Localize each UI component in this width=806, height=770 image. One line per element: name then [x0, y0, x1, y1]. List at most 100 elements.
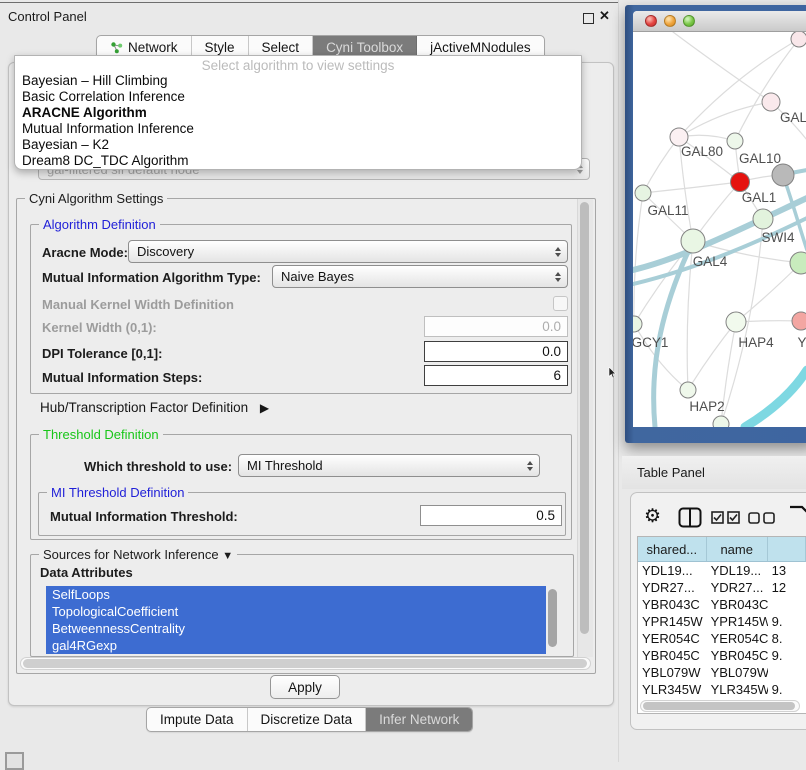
table-row[interactable]: YDR27...YDR27...12	[638, 579, 806, 596]
table-row[interactable]: YDL19...YDL19...13	[638, 562, 806, 579]
tab-impute-data[interactable]: Impute Data	[147, 708, 248, 731]
mi-threshold-input[interactable]: 0.5	[420, 505, 562, 526]
network-edge[interactable]	[745, 370, 806, 427]
network-node[interactable]	[762, 93, 780, 111]
select-all-checkboxes-icon[interactable]	[711, 511, 741, 524]
mi-type-combobox[interactable]: Naive Bayes	[272, 265, 568, 288]
algorithm-option[interactable]: Bayesian – K2	[15, 137, 581, 153]
network-node[interactable]	[681, 229, 705, 253]
close-traffic-light-icon[interactable]	[645, 15, 657, 27]
algorithm-option[interactable]: ARACNE Algorithm	[15, 105, 581, 121]
settings-scrollbar-thumb[interactable]	[580, 202, 589, 634]
mi-threshold-label: Mutual Information Threshold:	[50, 509, 238, 524]
algorithm-option[interactable]: Bayesian – Hill Climbing	[15, 73, 581, 89]
network-window-titlebar[interactable]	[633, 11, 806, 32]
table-cell: 9.	[768, 647, 806, 664]
aracne-mode-combobox[interactable]: Discovery	[128, 240, 568, 263]
kernel-width-input[interactable]: 0.0	[424, 316, 568, 337]
network-edge[interactable]	[688, 322, 736, 390]
network-node[interactable]	[680, 382, 696, 398]
attributes-scrollbar-thumb[interactable]	[548, 589, 557, 647]
table-cell: YDR27...	[638, 579, 707, 596]
minimize-traffic-light-icon[interactable]	[664, 15, 676, 27]
attribute-list-item[interactable]: gal4RGexp	[46, 637, 546, 654]
network-canvas[interactable]: GALGAL80GAL10GAL1GAL11SWI4GAL4GCY1HAP4YH…	[633, 32, 806, 427]
apply-button[interactable]: Apply	[270, 675, 340, 699]
attribute-list-item[interactable]: TopologicalCoefficient	[46, 603, 546, 620]
network-node[interactable]	[791, 32, 806, 47]
network-node[interactable]	[635, 185, 651, 201]
chevron-down-icon: ▼	[222, 550, 233, 562]
table-cell: YBR043C	[707, 596, 768, 613]
network-node[interactable]	[772, 164, 794, 186]
attribute-list-item[interactable]: SelfLoops	[46, 586, 546, 603]
deselect-all-checkboxes-icon[interactable]	[748, 512, 776, 524]
column-header-partial[interactable]	[768, 537, 806, 561]
network-edge[interactable]	[735, 39, 799, 141]
table-row[interactable]: YPR145WYPR145W9.	[638, 613, 806, 630]
table-row[interactable]: YLR345WYLR345W9.	[638, 681, 806, 698]
manual-kernel-label: Manual Kernel Width Definition	[42, 297, 234, 312]
table-row[interactable]: YBR045CYBR045C9.	[638, 647, 806, 664]
which-threshold-combobox[interactable]: MI Threshold	[238, 454, 540, 477]
network-node[interactable]	[713, 416, 729, 427]
data-attributes-list[interactable]: SelfLoopsTopologicalCoefficientBetweenne…	[46, 586, 546, 654]
mi-steps-input[interactable]: 6	[424, 365, 568, 386]
network-view-window[interactable]: GALGAL80GAL10GAL1GAL11SWI4GAL4GCY1HAP4YH…	[625, 5, 806, 443]
algorithm-option[interactable]: Basic Correlation Inference	[15, 89, 581, 105]
combobox-value: MI Threshold	[247, 458, 323, 473]
network-node-label: Y	[797, 335, 806, 350]
attribute-list-item[interactable]: BetweennessCentrality	[46, 620, 546, 637]
table-cell: YBR043C	[638, 596, 707, 613]
docked-panel-icon[interactable]	[5, 752, 24, 770]
algorithm-option[interactable]: Mutual Information Inference	[15, 121, 581, 137]
close-icon[interactable]: ✕	[599, 8, 610, 24]
input-value: 0.0	[542, 344, 561, 359]
network-edge[interactable]	[634, 193, 643, 324]
hub-definition-toggle[interactable]: Hub/Transcription Factor Definition ▶	[40, 400, 269, 415]
column-header-shared-name[interactable]: shared...	[638, 537, 707, 561]
network-node-label: HAP4	[738, 335, 774, 350]
file-icon[interactable]	[788, 504, 806, 528]
network-edge[interactable]	[643, 137, 679, 193]
dpi-tolerance-input[interactable]: 0.0	[424, 341, 568, 362]
table-row[interactable]: YER054CYER054C8.	[638, 630, 806, 647]
table-cell: YPR145W	[707, 613, 768, 630]
panel-top-border	[0, 2, 618, 3]
network-edge[interactable]	[736, 263, 801, 322]
table-header-row: shared... name	[638, 537, 806, 562]
settings-hscrollbar-thumb[interactable]	[23, 659, 587, 668]
tab-label: Select	[262, 40, 300, 55]
panel-divider[interactable]	[618, 0, 619, 762]
network-edge[interactable]	[633, 218, 806, 284]
table-row[interactable]: YBL079WYBL079W	[638, 664, 806, 681]
network-node[interactable]	[726, 312, 746, 332]
network-node[interactable]	[792, 312, 806, 330]
table-cell	[768, 596, 806, 613]
table-cell: 9.	[768, 681, 806, 698]
network-node[interactable]	[727, 133, 743, 149]
table-row[interactable]: YBR043CYBR043C	[638, 596, 806, 613]
network-node[interactable]	[753, 209, 773, 229]
columns-icon[interactable]	[678, 507, 702, 528]
network-edge[interactable]	[679, 102, 771, 137]
stepper-arrows-icon	[555, 272, 561, 282]
network-node-label: GAL1	[742, 190, 777, 205]
manual-kernel-checkbox[interactable]	[553, 296, 568, 311]
gear-icon[interactable]: ⚙	[644, 505, 661, 528]
float-window-icon[interactable]	[583, 13, 594, 24]
network-node[interactable]	[633, 316, 642, 332]
table-hscrollbar-thumb[interactable]	[643, 702, 795, 710]
table-cell: YPR145W	[638, 613, 707, 630]
tab-discretize-data[interactable]: Discretize Data	[248, 708, 367, 731]
combobox-value: Discovery	[137, 244, 194, 259]
cyni-bottom-tabbar: Impute Data Discretize Data Infer Networ…	[146, 707, 473, 732]
algorithm-option[interactable]: Dream8 DC_TDC Algorithm	[15, 153, 581, 169]
zoom-traffic-light-icon[interactable]	[683, 15, 695, 27]
network-node-label: SWI4	[761, 230, 794, 245]
tab-infer-network[interactable]: Infer Network	[366, 708, 472, 731]
network-node[interactable]	[731, 173, 750, 192]
column-header-name[interactable]: name	[707, 537, 768, 561]
tab-label: Cyni Toolbox	[326, 40, 403, 55]
network-edge[interactable]	[643, 182, 740, 193]
